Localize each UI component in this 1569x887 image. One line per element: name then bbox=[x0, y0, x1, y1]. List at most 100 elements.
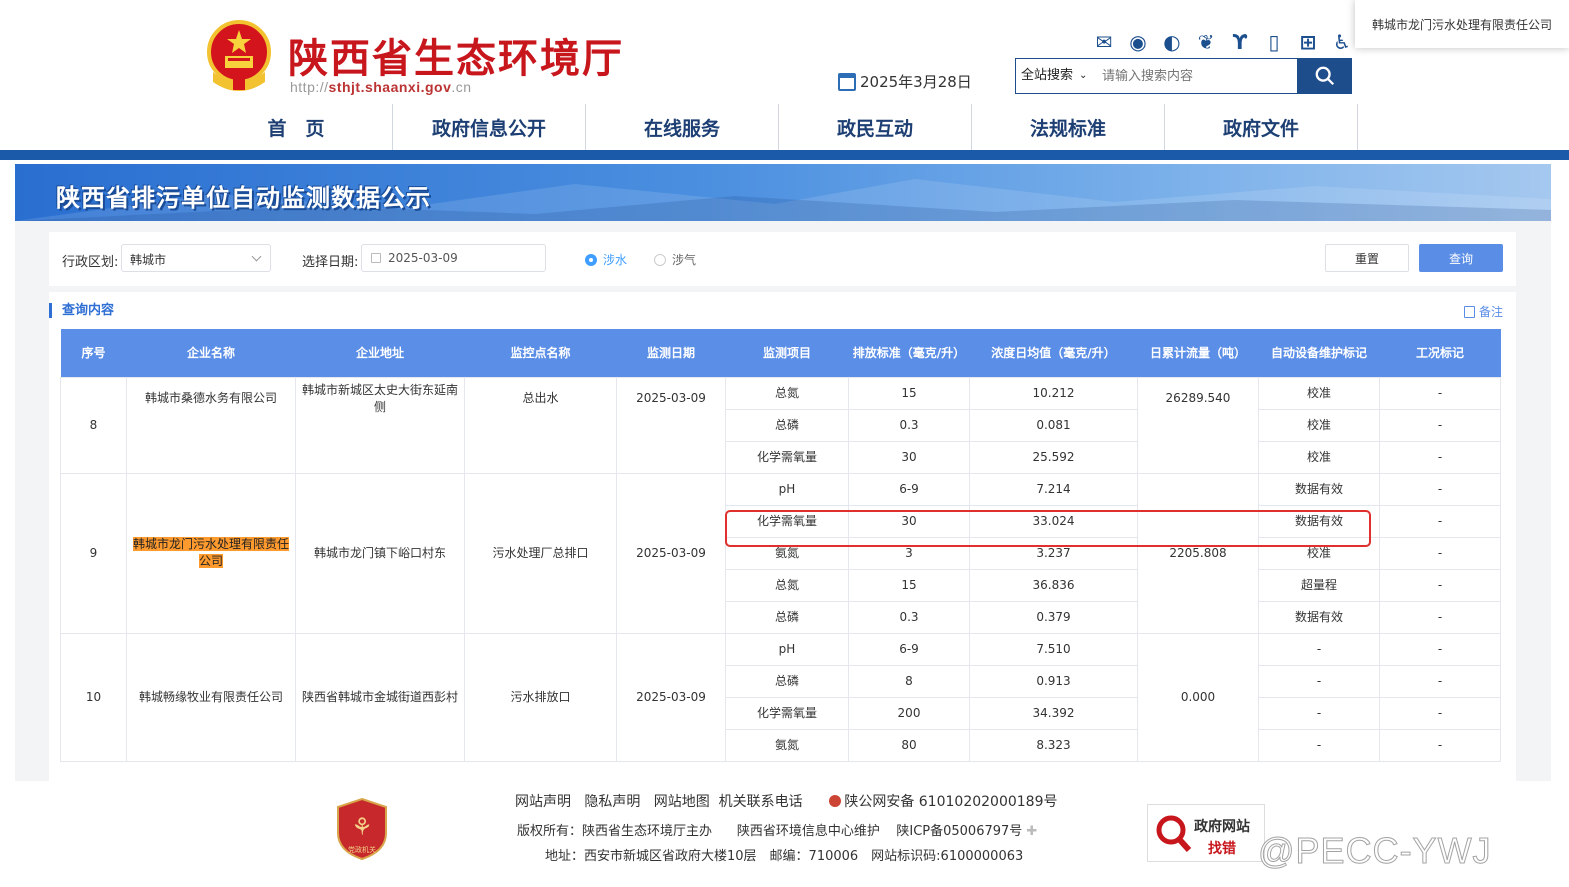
date-label: 选择日期: bbox=[302, 255, 359, 270]
cell-cond: - bbox=[1379, 536, 1501, 570]
cell-std: 6-9 bbox=[848, 632, 970, 666]
cell-maint: 校准 bbox=[1258, 536, 1380, 570]
col-header: 序号 bbox=[60, 329, 127, 377]
cell-item: 氨氮 bbox=[725, 536, 849, 570]
cell-maint: 校准 bbox=[1258, 408, 1380, 442]
query-button[interactable]: 查询 bbox=[1419, 244, 1503, 272]
calendar-icon bbox=[838, 72, 856, 91]
cell-std: 30 bbox=[848, 504, 970, 538]
nav-interaction[interactable]: 政民互动 bbox=[779, 104, 972, 150]
nav-home[interactable]: 首 页 bbox=[200, 104, 393, 150]
svg-text:⚘: ⚘ bbox=[351, 813, 373, 841]
cell-cond: - bbox=[1379, 472, 1501, 506]
nav-underline-bar bbox=[0, 150, 1569, 160]
footer-link-privacy[interactable]: 隐私声明 bbox=[584, 794, 640, 810]
cell-item: 总磷 bbox=[725, 664, 849, 698]
cell-cond: - bbox=[1379, 696, 1501, 730]
accessibility-icon[interactable]: ♿ bbox=[1330, 30, 1354, 54]
top-icon-bar: ✉ ◉ ◐ ❦ ϒ ▯ ⊞ ♿ bbox=[1092, 30, 1354, 54]
reset-button[interactable]: 重置 bbox=[1325, 244, 1409, 272]
cell-company: 韩城市桑德水务有限公司 bbox=[126, 376, 296, 474]
cell-address: 韩城市龙门镇下峪口村东 bbox=[295, 472, 465, 634]
app-icon[interactable]: ⊞ bbox=[1296, 30, 1320, 54]
cell-item: 总磷 bbox=[725, 408, 849, 442]
nav-gov-documents[interactable]: 政府文件 bbox=[1165, 104, 1358, 150]
search-button[interactable] bbox=[1297, 58, 1352, 94]
cell-date: 2025-03-09 bbox=[616, 472, 726, 634]
nav-online-service[interactable]: 在线服务 bbox=[586, 104, 779, 150]
cell-avg: 3.237 bbox=[969, 536, 1138, 570]
company-tooltip: 韩城市龙门污水处理有限责任公司 bbox=[1355, 0, 1569, 48]
magnifier-logo-icon bbox=[1156, 815, 1192, 853]
footer-copyright-row: 版权所有：陕西省生态环境厅主办 陕西省环境信息中心维护 陕ICP备0500679… bbox=[517, 820, 1037, 839]
radio-air[interactable]: 涉气 bbox=[654, 251, 696, 268]
cell-item: 化学需氧量 bbox=[725, 696, 849, 730]
site-title: 陕西省生态环境厅 bbox=[288, 36, 624, 82]
search-scope-select[interactable]: 全站搜索 ⌄ bbox=[1016, 59, 1098, 93]
svg-text:党政机关: 党政机关 bbox=[348, 845, 376, 854]
gov-label-2: 找错 bbox=[1208, 841, 1236, 857]
col-header: 企业名称 bbox=[126, 329, 296, 377]
cell-cond: - bbox=[1379, 504, 1501, 538]
cell-item: 化学需氧量 bbox=[725, 504, 849, 538]
footer-link-statement[interactable]: 网站声明 bbox=[515, 794, 571, 810]
cell-cond: - bbox=[1379, 728, 1501, 762]
region-value: 韩城市 bbox=[130, 253, 167, 267]
party-gov-badge-icon[interactable]: ⚘ 党政机关 bbox=[334, 797, 390, 861]
gov-site-error-finder[interactable]: 政府网站 找错 bbox=[1147, 804, 1265, 862]
footer-link-phone[interactable]: 机关联系电话 bbox=[719, 794, 803, 810]
footer-link-sitemap[interactable]: 网站地图 bbox=[654, 794, 710, 810]
cell-cond: - bbox=[1379, 376, 1501, 410]
cell-company: 韩城市龙门污水处理有限责任公司 bbox=[126, 472, 296, 634]
cell-point: 污水处理厂总排口 bbox=[464, 472, 617, 634]
footer-icp[interactable]: 陕ICP备05006797号 bbox=[896, 824, 1022, 839]
result-title: 查询内容 bbox=[49, 303, 114, 318]
table-row: 10 韩城畅缘牧业有限责任公司 陕西省韩城市金城街道西彭村 污水排放口 2025… bbox=[60, 632, 1501, 762]
cell-maint: 数据有效 bbox=[1258, 600, 1380, 634]
mobile-icon[interactable]: ▯ bbox=[1262, 30, 1286, 54]
cell-avg: 7.510 bbox=[969, 632, 1138, 666]
table-row: 9 韩城市龙门污水处理有限责任公司 韩城市龙门镇下峪口村东 污水处理厂总排口 2… bbox=[60, 472, 1501, 634]
puzzle-icon: ✚ bbox=[1026, 824, 1038, 839]
col-header: 企业地址 bbox=[295, 329, 465, 377]
cell-avg: 34.392 bbox=[969, 696, 1138, 730]
radio-unchecked-icon bbox=[654, 253, 666, 266]
cell-cond: - bbox=[1379, 440, 1501, 474]
main-nav: 首 页 政府信息公开 在线服务 政民互动 法规标准 政府文件 bbox=[200, 104, 1358, 150]
cell-flow: 26289.540 bbox=[1137, 376, 1259, 474]
cell-std: 30 bbox=[848, 440, 970, 474]
wechat-icon[interactable]: ❦ bbox=[1194, 30, 1218, 54]
note-link[interactable]: 备注 bbox=[1463, 303, 1503, 320]
cell-avg: 0.913 bbox=[969, 664, 1138, 698]
cell-std: 6-9 bbox=[848, 472, 970, 506]
date-picker[interactable]: 2025-03-09 bbox=[361, 244, 546, 272]
site-header: 陕西省生态环境厅 http://sthjt.shaanxi.gov.cn ✉ ◉… bbox=[0, 0, 1569, 162]
footer-beian[interactable]: 陕公网安备 61010202000189号 bbox=[844, 794, 1057, 810]
cell-address: 陕西省韩城市金城街道西彭村 bbox=[295, 632, 465, 762]
chevron-down-icon bbox=[251, 251, 262, 262]
cell-std: 15 bbox=[848, 568, 970, 602]
chat-icon[interactable]: ◉ bbox=[1126, 30, 1150, 54]
nav-regulations[interactable]: 法规标准 bbox=[972, 104, 1165, 150]
cell-maint: 校准 bbox=[1258, 376, 1380, 410]
cell-std: 15 bbox=[848, 376, 970, 410]
mail-icon[interactable]: ✉ bbox=[1092, 30, 1116, 54]
cell-item: 氨氮 bbox=[725, 728, 849, 762]
police-badge-icon bbox=[829, 795, 842, 807]
col-header: 监控点名称 bbox=[464, 329, 617, 377]
date-value: 2025-03-09 bbox=[388, 251, 458, 265]
toutiao-icon[interactable]: ϒ bbox=[1228, 30, 1252, 54]
cell-item: 总氮 bbox=[725, 376, 849, 410]
cell-maint: - bbox=[1258, 632, 1380, 666]
document-icon bbox=[1463, 305, 1475, 318]
cell-maint: 数据有效 bbox=[1258, 504, 1380, 538]
cell-cond: - bbox=[1379, 632, 1501, 666]
cell-no: 10 bbox=[60, 632, 127, 762]
radio-water[interactable]: 涉水 bbox=[585, 251, 627, 268]
cell-std: 200 bbox=[848, 696, 970, 730]
weibo-icon[interactable]: ◐ bbox=[1160, 30, 1184, 54]
cell-maint: - bbox=[1258, 728, 1380, 762]
nav-gov-info[interactable]: 政府信息公开 bbox=[393, 104, 586, 150]
region-select[interactable]: 韩城市 bbox=[121, 244, 271, 272]
search-input[interactable] bbox=[1098, 59, 1297, 93]
